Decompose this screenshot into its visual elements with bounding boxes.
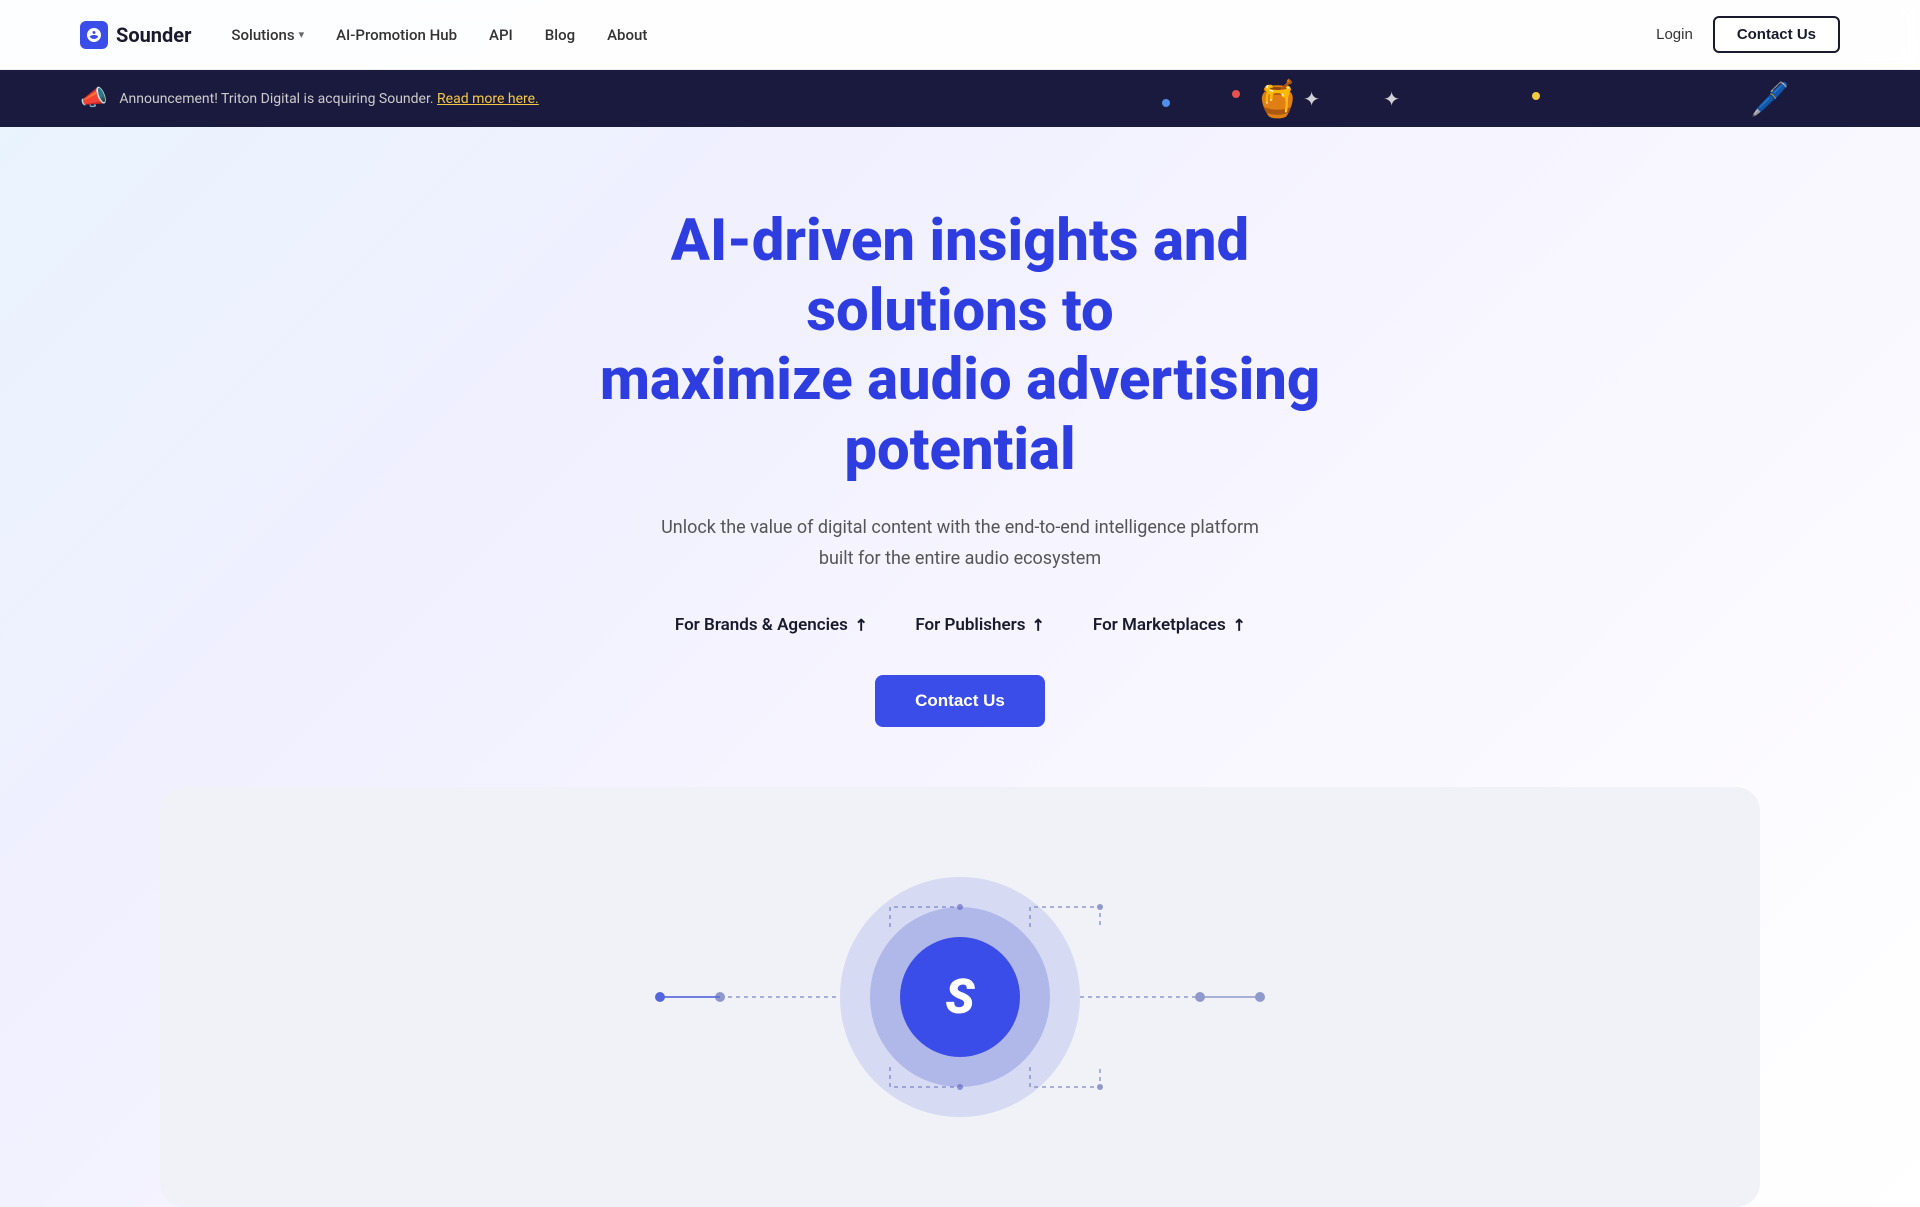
arrow-icon-marketplaces: ↗ <box>1227 613 1250 636</box>
diagram-section: S <box>160 787 1760 1207</box>
nav-links: Solutions ▾ AI-Promotion Hub API Blog Ab… <box>231 26 647 44</box>
sparkle-icon-2: ✦ <box>1383 87 1400 111</box>
logo-text: Sounder <box>116 23 191 47</box>
dot-red <box>1232 90 1240 98</box>
nav-blog[interactable]: Blog <box>545 26 575 44</box>
diagram-container: S <box>610 847 1310 1147</box>
hero-contact-button[interactable]: Contact Us <box>875 675 1045 727</box>
banner-emoji-scroll: 🖊️ <box>1750 80 1790 118</box>
arrow-icon-publishers: ↗ <box>1027 613 1050 636</box>
nav-left: Sounder Solutions ▾ AI-Promotion Hub API… <box>80 21 647 49</box>
hero-title: AI-driven insights and solutions to maxi… <box>590 207 1330 485</box>
sounder-s-letter: S <box>945 968 974 1025</box>
announcement-banner: 📣 Announcement! Triton Digital is acquir… <box>0 70 1920 127</box>
center-diagram-icon: S <box>840 877 1080 1117</box>
nav-solutions[interactable]: Solutions ▾ <box>231 26 304 44</box>
announcement-link[interactable]: Read more here. <box>437 91 539 107</box>
announcement-text: Announcement! Triton Digital is acquirin… <box>119 91 1840 107</box>
nav-about[interactable]: About <box>607 26 647 44</box>
logo-svg <box>85 26 103 44</box>
hero-links: For Brands & Agencies ↗ For Publishers ↗… <box>590 615 1330 635</box>
link-publishers[interactable]: For Publishers ↗ <box>915 615 1045 635</box>
nav-api[interactable]: API <box>489 26 513 44</box>
nav-right: Login Contact Us <box>1656 16 1840 53</box>
nav-ai-promotion[interactable]: AI-Promotion Hub <box>336 26 457 44</box>
dot-blue <box>1162 99 1170 107</box>
announcement-emoji: 📣 <box>80 86 107 111</box>
logo-icon <box>80 21 108 49</box>
hero-content: AI-driven insights and solutions to maxi… <box>510 127 1410 787</box>
nav-contact-button[interactable]: Contact Us <box>1713 16 1840 53</box>
login-button[interactable]: Login <box>1656 26 1693 43</box>
link-marketplaces[interactable]: For Marketplaces ↗ <box>1093 615 1245 635</box>
dot-yellow <box>1532 92 1540 100</box>
link-brands-agencies[interactable]: For Brands & Agencies ↗ <box>675 615 867 635</box>
circle-mid: S <box>870 907 1050 1087</box>
circle-inner: S <box>900 937 1020 1057</box>
circle-outer: S <box>840 877 1080 1117</box>
chevron-down-icon: ▾ <box>299 28 305 41</box>
sparkle-icon-1: ✦ <box>1303 87 1320 111</box>
banner-emoji-jar: 🍯 <box>1255 78 1300 120</box>
arrow-icon-brands: ↗ <box>849 613 872 636</box>
hero-subtitle: Unlock the value of digital content with… <box>590 513 1330 574</box>
hero-section: AI-driven insights and solutions to maxi… <box>0 127 1920 787</box>
navbar: Sounder Solutions ▾ AI-Promotion Hub API… <box>0 0 1920 70</box>
logo[interactable]: Sounder <box>80 21 191 49</box>
